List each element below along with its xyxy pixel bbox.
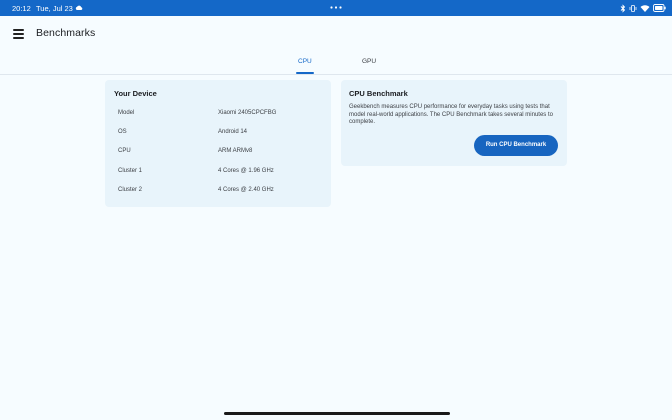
device-row-label: Cluster 2	[118, 187, 143, 193]
status-time: 20:12	[12, 4, 31, 13]
device-card-title: Your Device	[114, 89, 157, 98]
benchmark-card-title: CPU Benchmark	[349, 89, 408, 98]
wifi-icon	[640, 4, 650, 12]
device-info-card: Your Device Model Xiaomi 2405CPCFBG OS A…	[105, 80, 331, 207]
battery-icon	[653, 4, 666, 12]
status-bar: 20:12 Tue, Jul 23	[0, 0, 672, 16]
status-date: Tue, Jul 23	[36, 4, 73, 13]
benchmark-description: Geekbench measures CPU performance for e…	[349, 104, 553, 126]
device-row-value: ARM ARMv8	[218, 148, 253, 154]
device-row-label: Cluster 1	[118, 168, 143, 174]
tab-cpu[interactable]: CPU	[298, 58, 312, 65]
active-tab-indicator	[296, 72, 314, 74]
device-row-value: 4 Cores @ 2.40 GHz	[218, 187, 274, 193]
vibrate-icon	[629, 4, 637, 12]
device-row-value: 4 Cores @ 1.96 GHz	[218, 168, 274, 174]
run-cpu-benchmark-button[interactable]: Run CPU Benchmark	[474, 135, 558, 156]
page-title: Benchmarks	[36, 27, 96, 39]
device-row-label: CPU	[118, 148, 131, 154]
device-row-value: Android 14	[218, 129, 248, 135]
menu-button[interactable]	[10, 25, 28, 43]
bluetooth-icon	[620, 3, 626, 13]
cloud-icon	[75, 5, 83, 10]
tab-bar: CPU GPU	[0, 52, 672, 75]
tab-gpu[interactable]: GPU	[362, 58, 376, 65]
cpu-benchmark-card: CPU Benchmark Geekbench measures CPU per…	[341, 80, 567, 166]
more-dots-icon	[330, 6, 342, 9]
app-bar: Benchmarks	[0, 16, 672, 52]
status-icons	[620, 3, 666, 13]
device-row-value: Xiaomi 2405CPCFBG	[218, 110, 277, 116]
gesture-navigation-bar[interactable]	[224, 412, 450, 415]
device-row-label: OS	[118, 129, 127, 135]
device-row-label: Model	[118, 110, 135, 116]
